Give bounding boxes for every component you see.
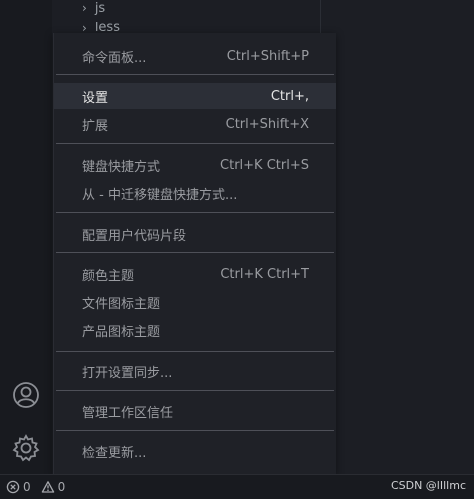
- menu-separator: [56, 252, 334, 253]
- menu-item-keyboard-shortcuts[interactable]: 键盘快捷方式 Ctrl+K Ctrl+S: [54, 152, 336, 178]
- error-count: 0: [23, 480, 31, 494]
- menu-item-file-icon-theme[interactable]: 文件图标主题: [54, 289, 336, 315]
- menu-item-label: 检查更新...: [82, 445, 147, 461]
- menu-item-extensions[interactable]: 扩展 Ctrl+Shift+X: [54, 111, 336, 137]
- menu-item-migrate-shortcuts[interactable]: 从 - 中迁移键盘快捷方式...: [54, 180, 336, 206]
- menu-item-shortcut: Ctrl+,: [270, 88, 309, 104]
- menu-item-label: 打开设置同步...: [82, 365, 173, 381]
- tree-item-js[interactable]: › js: [82, 0, 105, 16]
- menu-item-label: 配置用户代码片段: [82, 228, 187, 244]
- menu-item-label: 文件图标主题: [82, 296, 161, 312]
- account-icon[interactable]: [9, 378, 43, 412]
- menu-item-label: 从 - 中迁移键盘快捷方式...: [82, 187, 238, 203]
- status-bar: 0 0 CSDN @lIllmc: [0, 474, 474, 499]
- watermark: CSDN @lIllmc: [390, 479, 466, 492]
- menu-item-product-icon-theme[interactable]: 产品图标主题: [54, 317, 336, 343]
- menu-item-user-snippets[interactable]: 配置用户代码片段: [54, 221, 336, 247]
- tree-indent-guide: [320, 0, 321, 34]
- problems-indicator[interactable]: 0 0: [6, 480, 71, 494]
- menu-item-label: 设置: [82, 90, 109, 106]
- menu-item-shortcut: Ctrl+K Ctrl+S: [220, 157, 309, 173]
- manage-context-menu: 命令面板... Ctrl+Shift+P 设置 Ctrl+, 扩展 Ctrl+S…: [53, 33, 336, 474]
- menu-item-label: 扩展: [82, 118, 109, 134]
- menu-item-shortcut: Ctrl+K Ctrl+T: [220, 266, 309, 282]
- tree-item-label: js: [94, 0, 106, 16]
- settings-gear-icon[interactable]: [9, 431, 43, 465]
- activity-bar: [0, 0, 52, 474]
- warning-icon: [41, 481, 54, 493]
- chevron-right-icon: ›: [82, 1, 87, 15]
- menu-item-shortcut: Ctrl+Shift+X: [225, 116, 309, 132]
- warning-count: 0: [57, 480, 66, 494]
- menu-separator: [56, 143, 334, 144]
- warnings-indicator: 0: [41, 480, 66, 494]
- menu-item-label: 键盘快捷方式: [82, 159, 161, 175]
- tree-item-label: less: [94, 22, 120, 33]
- errors-indicator: 0: [6, 480, 31, 494]
- menu-item-label: 管理工作区信任: [82, 405, 174, 421]
- menu-item-label: 命令面板...: [82, 50, 147, 66]
- menu-item-settings[interactable]: 设置 Ctrl+,: [54, 83, 336, 109]
- error-icon: [6, 480, 20, 494]
- menu-item-settings-sync[interactable]: 打开设置同步...: [54, 358, 336, 384]
- menu-separator: [56, 390, 334, 391]
- menu-item-label: 产品图标主题: [82, 324, 161, 340]
- menu-separator: [56, 212, 334, 213]
- chevron-right-icon: ›: [82, 22, 87, 33]
- menu-item-shortcut: Ctrl+Shift+P: [226, 48, 309, 64]
- menu-separator: [56, 351, 334, 352]
- menu-separator: [56, 74, 334, 75]
- menu-item-command-palette[interactable]: 命令面板... Ctrl+Shift+P: [54, 43, 336, 69]
- menu-separator: [56, 430, 334, 431]
- tree-item-less[interactable]: › less: [82, 22, 120, 33]
- menu-item-label: 颜色主题: [82, 268, 135, 284]
- menu-item-check-updates[interactable]: 检查更新...: [54, 438, 336, 464]
- menu-item-color-theme[interactable]: 颜色主题 Ctrl+K Ctrl+T: [54, 261, 336, 287]
- menu-item-workspace-trust[interactable]: 管理工作区信任: [54, 398, 336, 424]
